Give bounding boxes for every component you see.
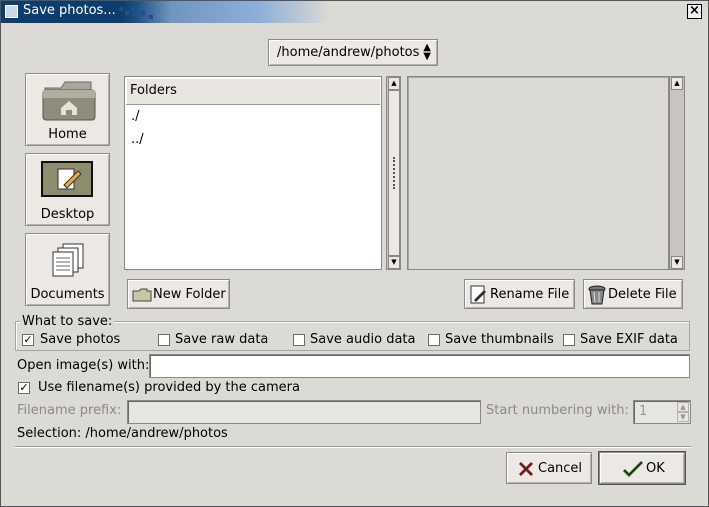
filename-prefix-label: Filename prefix: xyxy=(17,403,122,418)
files-list[interactable] xyxy=(407,76,669,270)
start-numbering-spinbutton[interactable]: 1 ▲ ▼ xyxy=(633,400,691,424)
scroll-down-icon[interactable]: ▼ xyxy=(671,256,683,269)
new-folder-button[interactable]: New Folder xyxy=(127,279,230,309)
files-scrollbar[interactable]: ▲ ▼ xyxy=(669,76,685,270)
use-filenames-label: Use filename(s) provided by the camera xyxy=(38,380,300,395)
delete-file-button[interactable]: Delete File xyxy=(583,279,683,309)
sidebar-item-documents[interactable]: Documents xyxy=(25,233,110,306)
folders-column-header[interactable]: Folders xyxy=(126,78,380,105)
updown-arrows-icon: ▲ ▼ xyxy=(423,42,431,62)
save-audio-data-checkbox[interactable] xyxy=(293,334,305,346)
list-item[interactable]: ../ xyxy=(131,132,144,147)
close-icon[interactable]: × xyxy=(687,4,702,19)
folder-home-icon xyxy=(42,81,96,121)
cancel-icon xyxy=(518,461,534,477)
folders-list[interactable]: Folders ./ ../ xyxy=(124,76,382,270)
list-item[interactable]: ./ xyxy=(131,109,140,124)
save-raw-data-checkbox[interactable] xyxy=(158,334,170,346)
sidebar-item-desktop[interactable]: Desktop xyxy=(25,153,110,226)
documents-icon xyxy=(52,243,84,277)
separator xyxy=(15,446,691,448)
sidebar-item-label: Home xyxy=(48,127,87,142)
rename-icon xyxy=(470,285,486,304)
titlebar-decoration xyxy=(119,7,159,21)
use-filenames-checkbox[interactable]: ✓ xyxy=(18,382,30,394)
trash-icon xyxy=(588,285,606,305)
start-numbering-label: Start numbering with: xyxy=(486,403,629,418)
save-exif-data-label: Save EXIF data xyxy=(580,332,678,347)
open-with-input[interactable] xyxy=(149,354,690,378)
save-raw-data-label: Save raw data xyxy=(175,332,269,347)
path-combo-value: /home/andrew/photos xyxy=(277,45,420,60)
save-exif-data-checkbox[interactable] xyxy=(563,334,575,346)
scroll-down-icon[interactable]: ▼ xyxy=(388,256,400,269)
scrollbar-trough[interactable] xyxy=(671,90,684,256)
filename-prefix-input[interactable] xyxy=(127,400,481,424)
folder-icon xyxy=(132,288,152,302)
ok-icon xyxy=(622,460,644,478)
selection-text: Selection: /home/andrew/photos xyxy=(17,426,228,441)
folders-scrollbar[interactable]: ▲ ▼ xyxy=(386,76,401,270)
sidebar-item-label: Documents xyxy=(30,287,105,302)
scrollbar-thumb[interactable] xyxy=(388,90,400,256)
desktop-icon xyxy=(41,161,93,197)
sidebar-item-label: Desktop xyxy=(40,207,95,222)
window-menu-icon[interactable] xyxy=(5,5,18,18)
grip-icon xyxy=(393,157,396,189)
window-title: Save photos... xyxy=(23,3,116,18)
scroll-up-icon[interactable]: ▲ xyxy=(388,77,400,90)
save-photos-checkbox[interactable]: ✓ xyxy=(22,334,34,346)
sidebar-item-home[interactable]: Home xyxy=(25,73,110,146)
save-photos-label: Save photos xyxy=(40,332,121,347)
cancel-button[interactable]: Cancel xyxy=(506,452,592,484)
ok-button[interactable]: OK xyxy=(599,452,685,484)
scroll-up-icon[interactable]: ▲ xyxy=(671,77,683,90)
frame-title: What to save: xyxy=(20,314,115,329)
save-thumbnails-checkbox[interactable] xyxy=(428,334,440,346)
spin-up-icon[interactable]: ▲ xyxy=(677,402,689,412)
path-combo[interactable]: /home/andrew/photos ▲ ▼ xyxy=(268,39,438,66)
rename-file-button[interactable]: Rename File xyxy=(464,279,575,309)
spin-down-icon[interactable]: ▼ xyxy=(677,412,689,422)
title-bar[interactable]: Save photos... × xyxy=(1,1,708,23)
start-numbering-value: 1 xyxy=(639,404,648,419)
save-thumbnails-label: Save thumbnails xyxy=(445,332,554,347)
save-audio-data-label: Save audio data xyxy=(310,332,416,347)
open-with-label: Open image(s) with: xyxy=(17,358,150,373)
